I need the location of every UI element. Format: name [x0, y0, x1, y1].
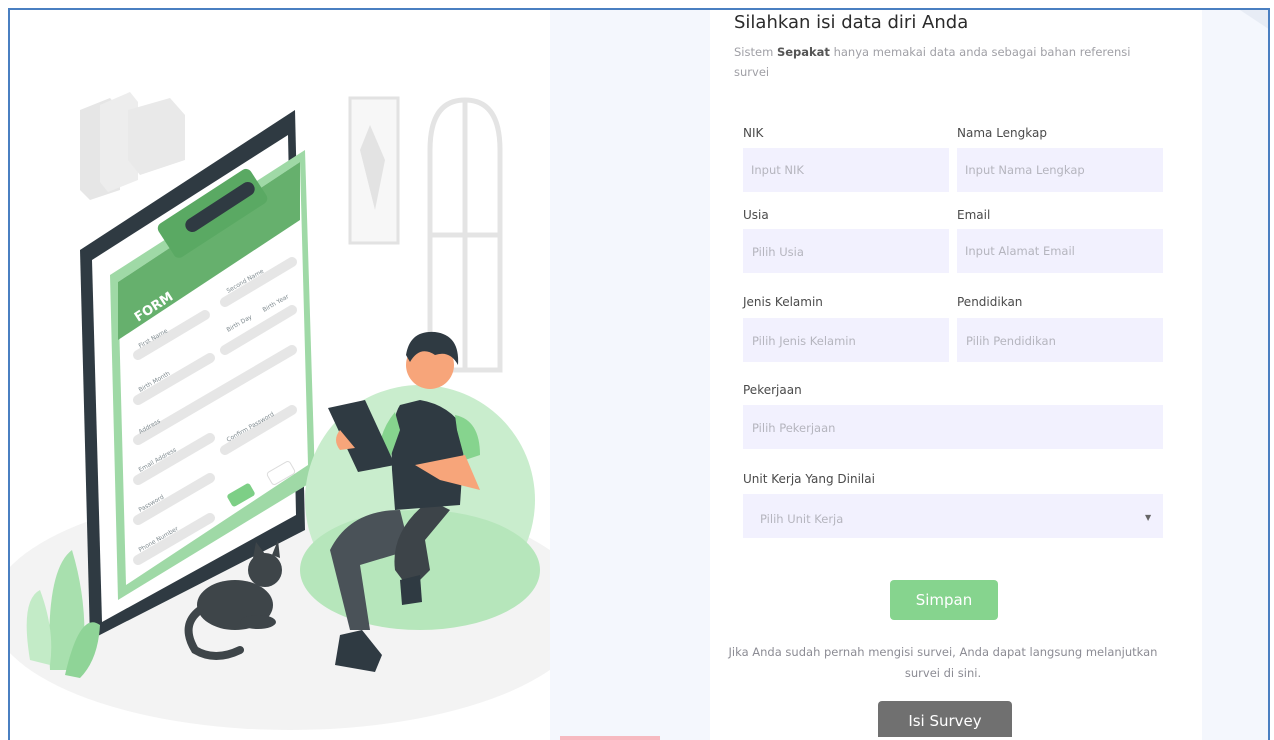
unit-kerja-select-text: Pilih Unit Kerja [760, 512, 844, 526]
subtitle-prefix: Sistem [734, 45, 777, 59]
email-label: Email [957, 208, 991, 222]
corner-shape-icon [1240, 10, 1268, 29]
email-input[interactable] [957, 229, 1163, 273]
usia-label: Usia [743, 208, 769, 222]
survey-button[interactable]: Isi Survey [878, 701, 1012, 737]
window-icon [427, 97, 503, 373]
form-title: Silahkan isi data diri Anda [734, 12, 969, 33]
form-card [710, 10, 1202, 740]
pendidikan-label: Pendidikan [957, 295, 1023, 309]
nik-label: NIK [743, 126, 764, 140]
brand-name: Sepakat [776, 45, 830, 59]
jenis-kelamin-label: Jenis Kelamin [743, 295, 823, 309]
save-button[interactable]: Simpan [890, 580, 998, 620]
jenis-kelamin-select-text: Pilih Jenis Kelamin [752, 334, 856, 348]
unit-kerja-label: Unit Kerja Yang Dinilai [743, 472, 875, 486]
nik-input[interactable] [743, 148, 949, 192]
nama-label: Nama Lengkap [957, 126, 1047, 140]
picture-frame-icon [348, 96, 400, 245]
chevron-down-icon[interactable]: ▼ [1145, 513, 1151, 522]
bottom-accent [560, 736, 660, 740]
usia-select-text: Pilih Usia [752, 245, 804, 259]
app-frame: FORM First Name Second Name Birth Month … [8, 8, 1270, 740]
nama-input[interactable] [957, 148, 1163, 192]
form-subtitle: Sistem Sepakat hanya memakai data anda s… [734, 42, 1134, 82]
pekerjaan-label: Pekerjaan [743, 383, 802, 397]
form-illustration: FORM First Name Second Name Birth Month … [10, 92, 550, 730]
pekerjaan-select-text: Pilih Pekerjaan [752, 421, 836, 435]
books-icon [80, 92, 185, 200]
survey-note: Jika Anda sudah pernah mengisi survei, A… [728, 645, 1158, 680]
pendidikan-select-text: Pilih Pendidikan [966, 334, 1056, 348]
